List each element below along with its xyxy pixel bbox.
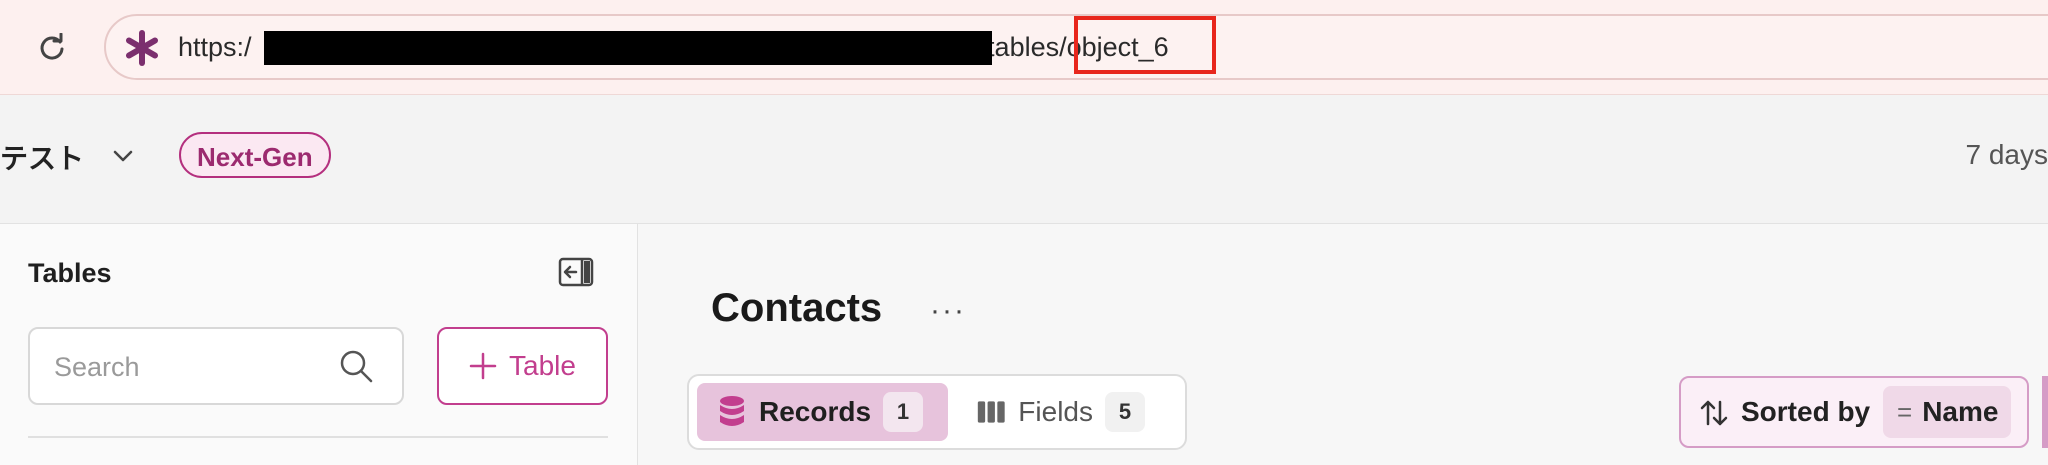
url-redaction [264,31,992,65]
browser-toolbar: https://tables/object_6 [0,0,2048,95]
sort-button[interactable]: Sorted by = Name [1679,376,2029,448]
more-options-button[interactable]: ··· [930,294,966,328]
table-search-field[interactable] [28,327,404,405]
chevron-down-icon[interactable] [108,141,138,171]
next-gen-badge: Next-Gen [179,132,331,178]
search-input[interactable] [52,329,336,405]
main-content: Contacts ··· Records 1 Fields 5 Sorted b… [638,224,2048,465]
view-tabs: Records 1 Fields 5 [687,374,1187,450]
tab-records-label: Records [759,396,872,427]
equals-icon: = [1897,396,1913,427]
columns-icon [977,401,1005,423]
reload-button[interactable] [32,28,72,68]
fields-count-badge: 5 [1105,392,1145,432]
last-updated-text: 7 days [1965,139,2048,170]
sidebar-divider [28,436,608,438]
tab-fields[interactable]: Fields 5 [957,383,1165,441]
sort-arrows-icon [1700,400,1728,426]
collapse-sidebar-icon[interactable] [558,256,594,288]
tab-records[interactable]: Records 1 [697,383,948,441]
site-asterisk-icon [126,30,158,66]
plus-icon [469,352,497,380]
records-count-badge: 1 [883,392,924,432]
sort-label: Sorted by [1741,396,1871,427]
database-icon [720,396,744,426]
reload-icon [40,33,64,60]
tab-fields-label: Fields [1018,396,1093,427]
url-slug-highlight [1074,16,1216,74]
sidebar-title: Tables [28,258,112,288]
workspace-header: テスト Next-Gen 7 days [0,95,2048,224]
page-title: Contacts [711,286,883,330]
address-bar[interactable]: https://tables/object_6 [104,14,2048,80]
next-toolbar-control-edge[interactable] [2042,376,2048,448]
add-table-button[interactable]: Table [437,327,608,405]
tables-sidebar: Tables Table [0,224,638,465]
workspace-name: テスト [0,143,85,174]
search-icon [340,350,373,383]
sort-field-chip: = Name [1883,386,2011,438]
add-table-label: Table [509,350,576,381]
sort-field-name: Name [1922,396,1999,427]
